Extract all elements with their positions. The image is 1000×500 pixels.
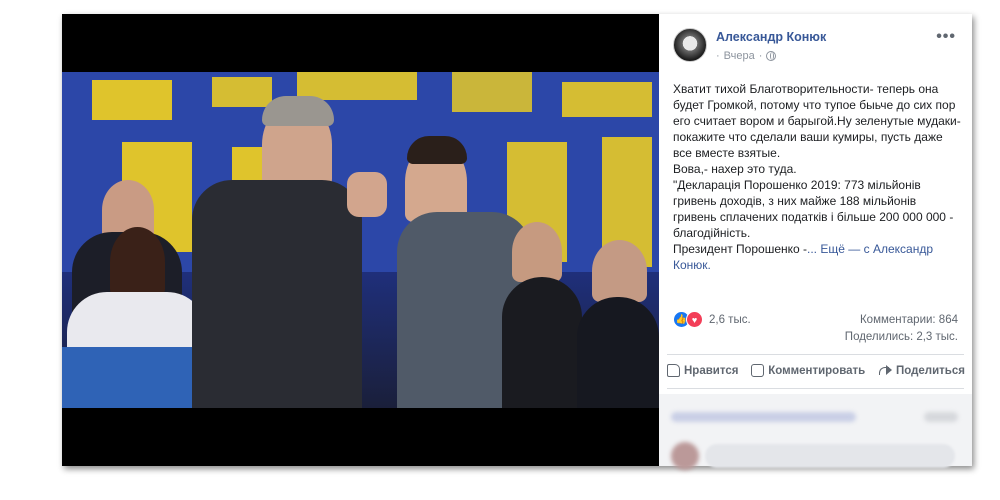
like-label: Нравится: [684, 364, 739, 377]
zelensky-hair: [407, 136, 467, 164]
globe-icon[interactable]: [766, 51, 777, 61]
post-actions: Нравится Комментировать Поделиться: [665, 362, 967, 379]
avatar[interactable]: [673, 28, 707, 62]
gesture-hand: [347, 172, 387, 217]
comment-input[interactable]: [705, 444, 955, 468]
comment-icon: [751, 364, 765, 377]
post-text-paragraph: Президент Порошенко -... Ещё — с Алексан…: [673, 241, 963, 273]
see-more-link[interactable]: Ещё: [820, 242, 845, 256]
crowd-person: [592, 240, 647, 302]
reactions-summary[interactable]: 👍 ♥ 2,6 тыс.: [673, 311, 751, 328]
crowd-person: [512, 222, 562, 282]
post-meta: · Вчера ·: [716, 50, 777, 62]
divider: [667, 354, 964, 355]
reactions-count[interactable]: 2,6 тыс.: [709, 314, 751, 326]
post-text: Хватит тихой Благотворительности- теперь…: [673, 81, 963, 273]
like-button[interactable]: Нравится: [665, 362, 740, 379]
post-text-paragraph: "Декларація Порошенко 2019: 773 мільйоні…: [673, 178, 954, 240]
shares-count[interactable]: Поделились: 2,3 тыс.: [845, 331, 958, 343]
crowd-person-body: [502, 277, 582, 408]
ellipsis: ...: [807, 242, 818, 256]
share-label: Поделиться: [895, 364, 965, 377]
comments-filter-blurred[interactable]: [671, 412, 856, 422]
poroshenko-suit: [192, 180, 362, 408]
more-options-icon[interactable]: •••: [936, 28, 956, 46]
post-text-line: Президент Порошенко -: [673, 242, 808, 256]
post-time[interactable]: Вчера: [724, 50, 755, 62]
thumbs-up-icon: [667, 364, 680, 377]
post-text-paragraph: Хватит тихой Благотворительности- теперь…: [673, 82, 961, 160]
divider: [667, 388, 964, 389]
blue-flag: [62, 347, 192, 408]
heart-icon: ♥: [686, 311, 703, 328]
avatar: [671, 442, 699, 470]
comments-count[interactable]: Комментарии: 864: [860, 314, 958, 326]
post-photo[interactable]: [62, 72, 659, 408]
woman-head: [110, 227, 165, 297]
author-name[interactable]: Александр Конюк: [716, 30, 826, 44]
comment-button[interactable]: Комментировать: [749, 362, 867, 379]
crowd-person-body: [577, 297, 659, 408]
with-label: — с: [848, 242, 870, 256]
share-icon: [878, 364, 892, 377]
poroshenko-hair: [262, 96, 334, 126]
share-button[interactable]: Поделиться: [876, 362, 967, 379]
dot-separator: ·: [716, 50, 720, 62]
post-text-paragraph: Вова,- нахер это туда.: [673, 162, 797, 176]
comments-area: [659, 394, 972, 470]
post-media[interactable]: [62, 14, 659, 466]
post-side-panel: Александр Конюк · Вчера · ••• Хватит тих…: [659, 14, 972, 470]
comments-sort-blurred[interactable]: [924, 412, 958, 422]
dot-separator: ·: [758, 50, 763, 62]
comment-label: Комментировать: [768, 364, 866, 377]
